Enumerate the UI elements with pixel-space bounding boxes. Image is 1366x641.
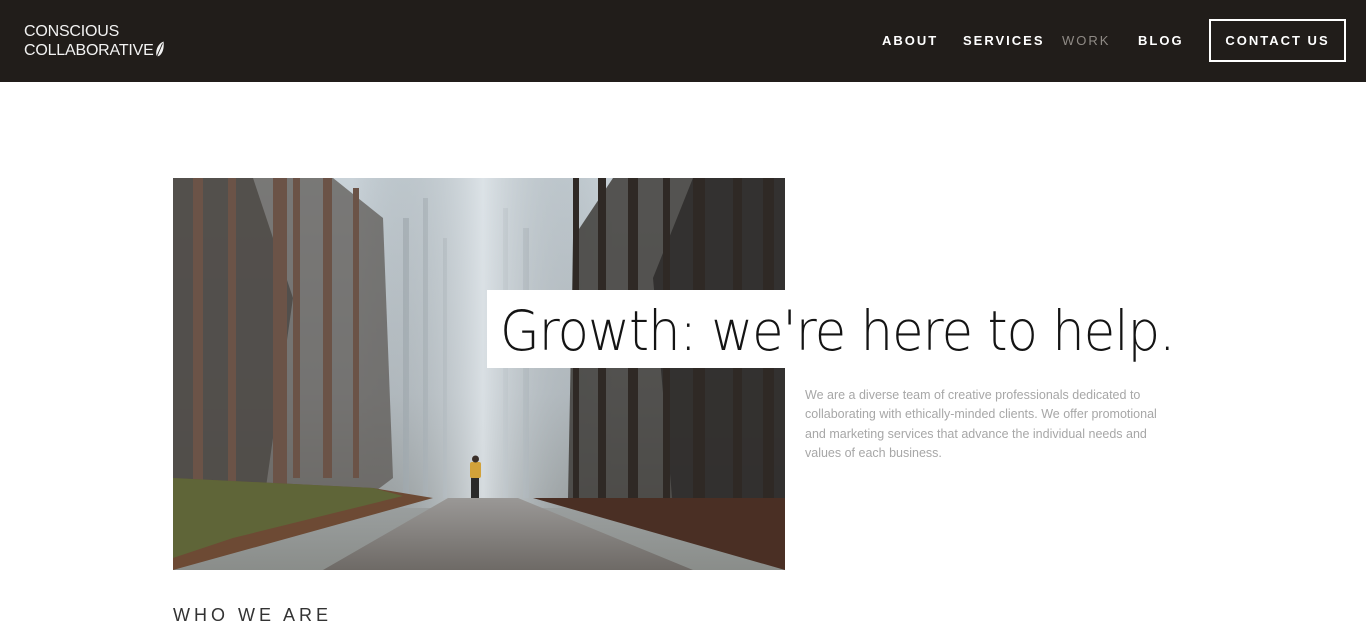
nav-about[interactable]: ABOUT [882, 33, 938, 48]
nav-blog[interactable]: BLOG [1138, 33, 1184, 48]
hero-image [173, 178, 785, 570]
site-header: CONSCIOUS COLLABORATIVE ABOUT SERVICES W… [0, 0, 1366, 82]
hero-headline: Growth: we're here to help. [500, 299, 1175, 363]
leaf-icon [155, 41, 165, 62]
logo-line-1: CONSCIOUS [24, 23, 120, 40]
logo[interactable]: CONSCIOUS COLLABORATIVE [24, 22, 165, 62]
nav-services[interactable]: SERVICES [963, 33, 1045, 48]
logo-line-2-text: COLLABORATIVE [24, 42, 154, 59]
contact-us-button[interactable]: CONTACT US [1209, 19, 1346, 62]
who-we-are-heading: WHO WE ARE [173, 605, 333, 625]
nav-work[interactable]: WORK [1062, 33, 1110, 48]
forest-path-image [173, 178, 785, 570]
logo-line-2: COLLABORATIVE [24, 41, 165, 62]
intro-paragraph: We are a diverse team of creative profes… [805, 388, 1157, 460]
